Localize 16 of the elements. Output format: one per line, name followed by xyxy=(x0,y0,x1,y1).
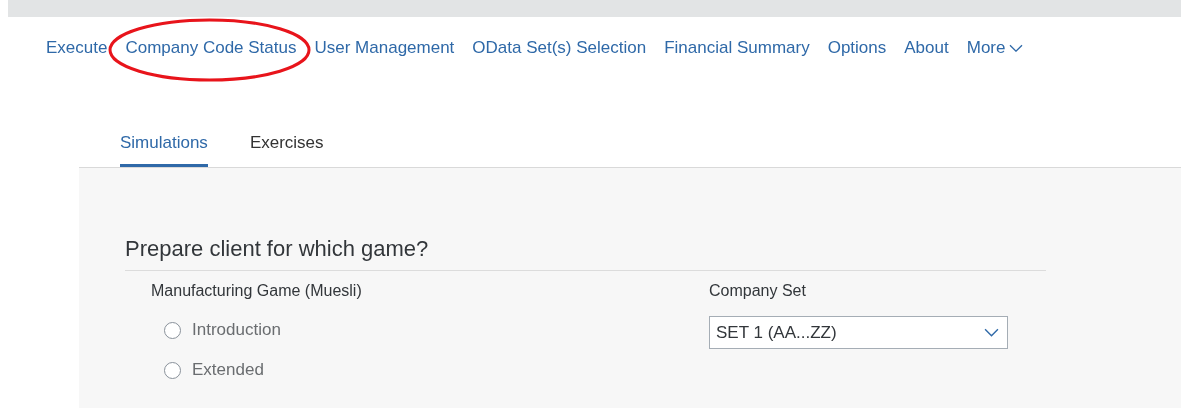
nav-link[interactable]: More xyxy=(957,38,1033,58)
nav-link[interactable]: Execute xyxy=(37,38,117,58)
section-title: Prepare client for which game? xyxy=(125,236,1046,271)
field-label: Company Set xyxy=(709,282,807,300)
nav-link[interactable]: About xyxy=(895,38,958,58)
chevron-down-icon xyxy=(984,328,999,337)
chevron-down-icon xyxy=(1009,43,1024,53)
company-set-select[interactable]: SET 1 (AA...ZZ) xyxy=(709,316,1008,349)
nav-link[interactable]: Options xyxy=(818,38,896,58)
radio-option[interactable]: Extended xyxy=(164,360,709,380)
radio-option[interactable]: Introduction xyxy=(164,320,709,340)
nav-link[interactable]: OData Set(s) Selection xyxy=(463,38,656,58)
nav-link[interactable]: User Management xyxy=(305,38,464,58)
tab[interactable]: Exercises xyxy=(249,129,324,167)
field-label: Manufacturing Game (Muesli) xyxy=(151,282,363,300)
nav-link[interactable]: Financial Summary xyxy=(655,38,819,58)
